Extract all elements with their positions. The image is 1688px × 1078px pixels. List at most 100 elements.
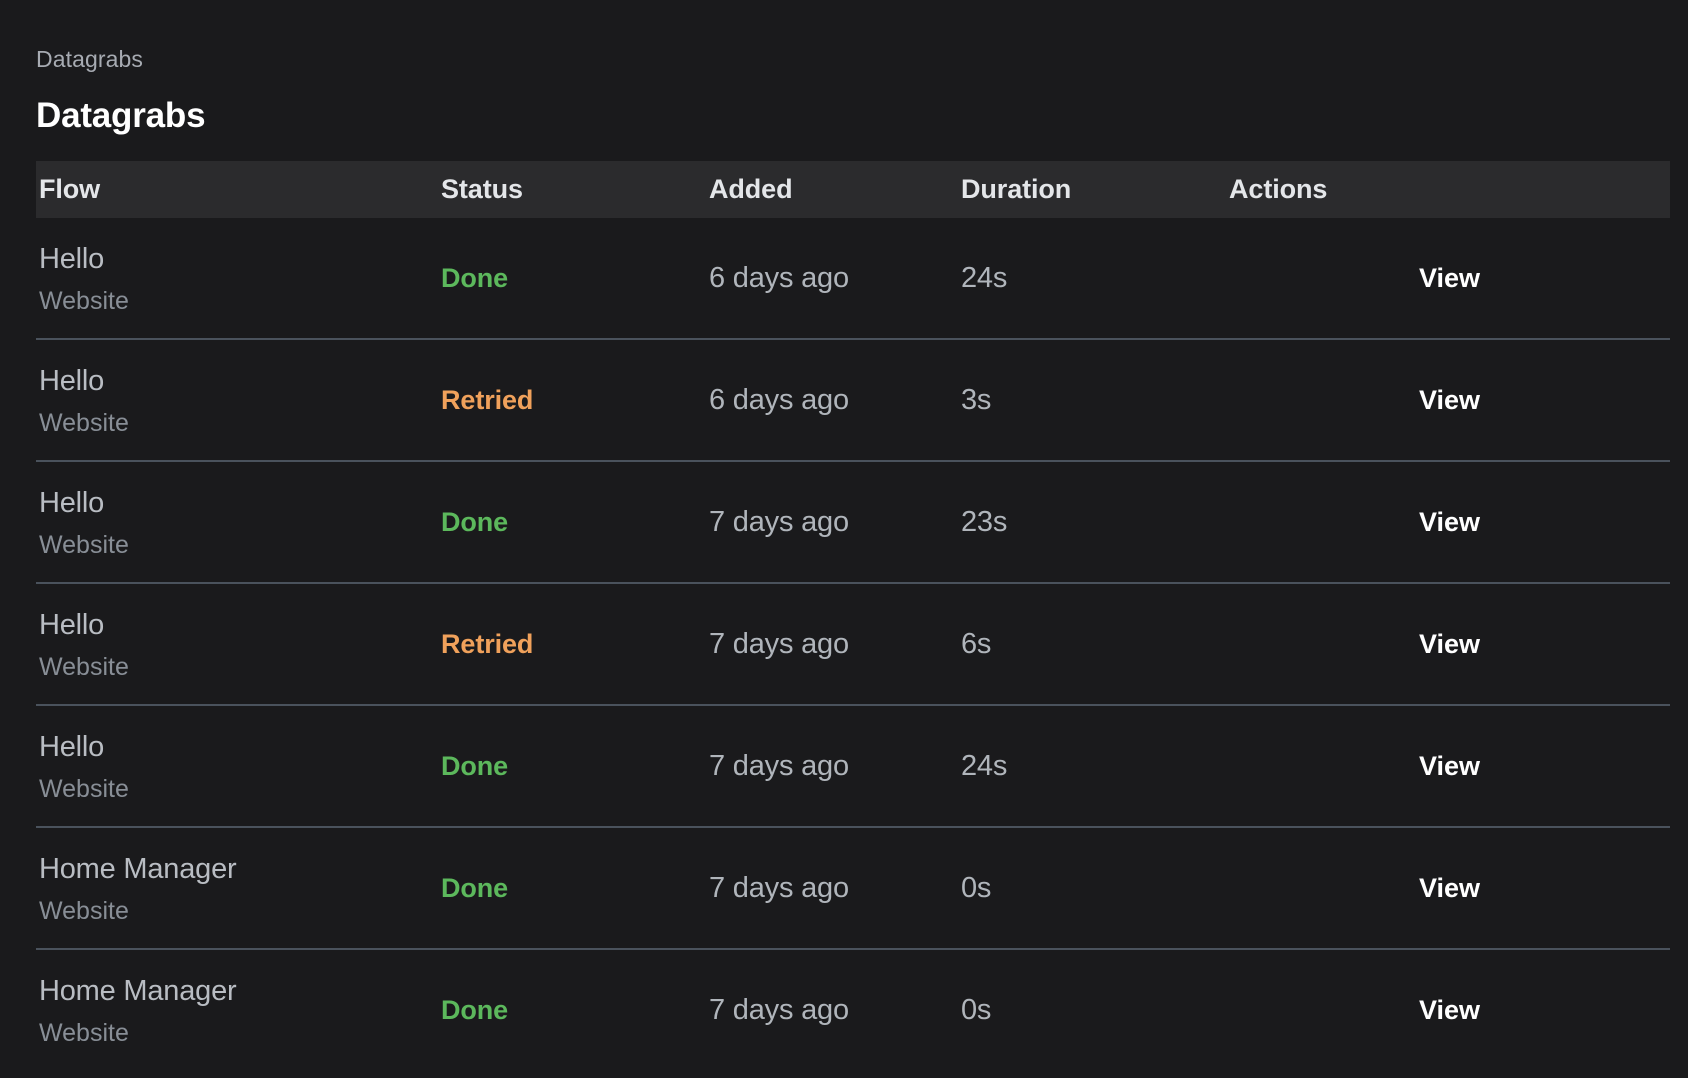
cell-flow: Hello Website xyxy=(36,339,441,462)
cell-flow: Hello Website xyxy=(36,218,441,340)
cell-added: 7 days ago xyxy=(709,705,961,828)
cell-flow: Hello Website xyxy=(36,461,441,584)
table-row: Home Manager Website Done 7 days ago 0s View xyxy=(36,827,1670,950)
flow-name: Hello xyxy=(39,364,105,397)
flow-cell: Home Manager Website xyxy=(36,973,441,1048)
flow-source: Website xyxy=(39,408,129,437)
cell-duration: 3s xyxy=(961,339,1229,462)
cell-duration: 0s xyxy=(961,827,1229,950)
table-header-row: Flow Status Added Duration Actions xyxy=(36,161,1670,218)
column-header-duration[interactable]: Duration xyxy=(961,161,1229,218)
duration-value: 24s xyxy=(961,262,1008,294)
status-badge: Done xyxy=(441,263,509,293)
cell-actions: View xyxy=(1229,827,1670,950)
view-link[interactable]: View xyxy=(1229,750,1480,782)
table-row: Hello Website Retried 6 days ago 3s View xyxy=(36,339,1670,462)
flow-cell: Home Manager Website xyxy=(36,851,441,926)
duration-value: 3s xyxy=(961,384,992,416)
flow-source: Website xyxy=(39,530,129,559)
added-timestamp: 7 days ago xyxy=(709,506,849,538)
table-row: Hello Website Done 7 days ago 23s View xyxy=(36,461,1670,584)
view-link[interactable]: View xyxy=(1229,384,1480,416)
flow-source: Website xyxy=(39,774,129,803)
added-timestamp: 7 days ago xyxy=(709,994,849,1026)
table-row: Hello Website Done 7 days ago 24s View xyxy=(36,705,1670,828)
added-timestamp: 7 days ago xyxy=(709,750,849,782)
table-row: Hello Website Done 6 days ago 24s View xyxy=(36,218,1670,340)
status-badge: Done xyxy=(441,873,509,903)
cell-added: 7 days ago xyxy=(709,949,961,1070)
cell-flow: Home Manager Website xyxy=(36,949,441,1070)
cell-status: Done xyxy=(441,705,709,828)
cell-status: Retried xyxy=(441,339,709,462)
cell-actions: View xyxy=(1229,949,1670,1070)
view-link[interactable]: View xyxy=(1229,628,1480,660)
column-header-added[interactable]: Added xyxy=(709,161,961,218)
cell-status: Retried xyxy=(441,583,709,706)
cell-status: Done xyxy=(441,827,709,950)
cell-actions: View xyxy=(1229,583,1670,706)
cell-flow: Home Manager Website xyxy=(36,827,441,950)
cell-duration: 24s xyxy=(961,705,1229,828)
flow-cell: Hello Website xyxy=(36,607,441,682)
column-header-flow[interactable]: Flow xyxy=(36,161,441,218)
duration-value: 0s xyxy=(961,872,992,904)
datagrabs-table: Flow Status Added Duration Actions Hello… xyxy=(36,161,1670,1070)
cell-flow: Hello Website xyxy=(36,705,441,828)
flow-name: Home Manager xyxy=(39,852,237,885)
cell-actions: View xyxy=(1229,705,1670,828)
status-badge: Retried xyxy=(441,629,534,659)
cell-actions: View xyxy=(1229,461,1670,584)
table-body: Hello Website Done 6 days ago 24s View Hello We… xyxy=(36,218,1670,1070)
table-row: Hello Website Retried 7 days ago 6s View xyxy=(36,583,1670,706)
cell-duration: 24s xyxy=(961,218,1229,340)
status-badge: Done xyxy=(441,751,509,781)
datagrabs-page: Datagrabs Datagrabs Flow Status Added Du… xyxy=(0,0,1688,1078)
duration-value: 6s xyxy=(961,628,992,660)
flow-source: Website xyxy=(39,286,129,315)
cell-duration: 0s xyxy=(961,949,1229,1070)
added-timestamp: 7 days ago xyxy=(709,628,849,660)
table-header: Flow Status Added Duration Actions xyxy=(36,161,1670,218)
page-title: Datagrabs xyxy=(36,96,206,135)
cell-status: Done xyxy=(441,461,709,584)
status-badge: Done xyxy=(441,995,509,1025)
column-header-actions: Actions xyxy=(1229,161,1670,218)
cell-flow: Hello Website xyxy=(36,583,441,706)
cell-duration: 6s xyxy=(961,583,1229,706)
flow-cell: Hello Website xyxy=(36,485,441,560)
view-link[interactable]: View xyxy=(1229,506,1480,538)
breadcrumb[interactable]: Datagrabs xyxy=(36,0,1670,74)
flow-source: Website xyxy=(39,896,129,925)
duration-value: 0s xyxy=(961,994,992,1026)
cell-added: 7 days ago xyxy=(709,827,961,950)
flow-name: Home Manager xyxy=(39,974,237,1007)
added-timestamp: 6 days ago xyxy=(709,262,849,294)
flow-name: Hello xyxy=(39,608,105,641)
cell-status: Done xyxy=(441,949,709,1070)
flow-name: Hello xyxy=(39,730,105,763)
cell-actions: View xyxy=(1229,218,1670,340)
flow-cell: Hello Website xyxy=(36,241,441,316)
cell-duration: 23s xyxy=(961,461,1229,584)
duration-value: 23s xyxy=(961,506,1008,538)
view-link[interactable]: View xyxy=(1229,872,1480,904)
cell-added: 7 days ago xyxy=(709,461,961,584)
duration-value: 24s xyxy=(961,750,1008,782)
column-header-status[interactable]: Status xyxy=(441,161,709,218)
cell-added: 7 days ago xyxy=(709,583,961,706)
flow-cell: Hello Website xyxy=(36,729,441,804)
flow-cell: Hello Website xyxy=(36,363,441,438)
datagrabs-table-container: Flow Status Added Duration Actions Hello… xyxy=(36,161,1670,1070)
status-badge: Retried xyxy=(441,385,534,415)
added-timestamp: 6 days ago xyxy=(709,384,849,416)
view-link[interactable]: View xyxy=(1229,994,1480,1026)
cell-status: Done xyxy=(441,218,709,340)
table-row: Home Manager Website Done 7 days ago 0s View xyxy=(36,949,1670,1070)
cell-added: 6 days ago xyxy=(709,339,961,462)
cell-added: 6 days ago xyxy=(709,218,961,340)
flow-name: Hello xyxy=(39,486,105,519)
status-badge: Done xyxy=(441,507,509,537)
flow-source: Website xyxy=(39,652,129,681)
view-link[interactable]: View xyxy=(1229,262,1480,294)
